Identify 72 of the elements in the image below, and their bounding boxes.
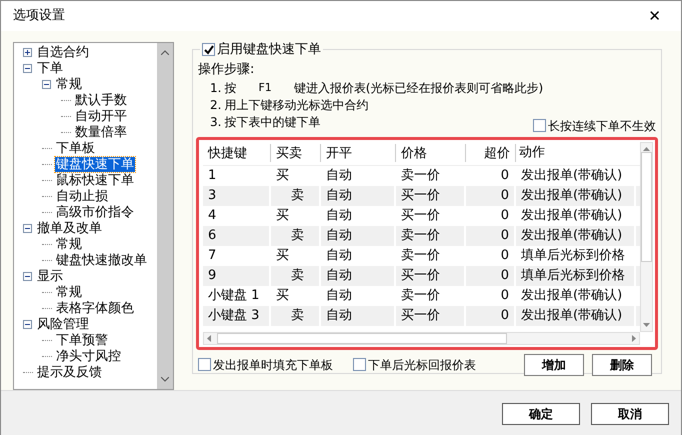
tree-item[interactable]: 常规: [55, 236, 83, 252]
table-cell: 自动: [321, 306, 396, 326]
scroll-down-icon[interactable]: [643, 322, 650, 326]
column-header[interactable]: 开平: [321, 144, 396, 162]
scrollbar-thumb[interactable]: [641, 152, 652, 262]
checkbox[interactable]: [533, 119, 546, 132]
vertical-scrollbar[interactable]: [640, 142, 653, 332]
checkbox[interactable]: [202, 43, 215, 56]
window-title: 选项设置: [13, 7, 65, 26]
column-header[interactable]: 动作: [516, 143, 636, 163]
steps-heading: 操作步骤:: [198, 61, 256, 79]
tree-item[interactable]: 鼠标快速下单: [55, 172, 135, 188]
table-cell: 卖: [271, 306, 321, 326]
tree-item[interactable]: 默认手数: [74, 92, 128, 108]
checkbox-label: 长按连续下单不生效: [548, 118, 656, 134]
checkbox-label: 启用键盘快速下单: [217, 41, 321, 59]
expander-icon[interactable]: [23, 48, 32, 56]
scroll-right-icon[interactable]: [632, 334, 636, 342]
checkbox-label: 发出报单时填充下单板: [213, 356, 333, 374]
tree-item[interactable]: 撤单及改单: [36, 220, 103, 236]
tree-item[interactable]: 高级市价指令: [55, 204, 135, 220]
horizontal-scrollbar[interactable]: [203, 332, 640, 344]
tree-item[interactable]: 风险管理: [36, 316, 90, 332]
scroll-up-icon[interactable]: [161, 50, 169, 55]
table-button[interactable]: 增加: [524, 354, 584, 376]
tree-item[interactable]: 下单: [36, 60, 64, 76]
checkbox[interactable]: [353, 358, 366, 371]
checkbox-label: 下单后光标回报价表: [368, 356, 476, 374]
table-cell: 0: [466, 306, 516, 326]
column-header[interactable]: 超价: [466, 144, 516, 162]
expander-icon[interactable]: [23, 224, 32, 232]
scroll-left-icon[interactable]: [207, 334, 211, 342]
tree-item[interactable]: 自动止损: [55, 188, 109, 204]
expander-icon[interactable]: [23, 272, 32, 280]
step-number: 3.: [210, 114, 222, 131]
tree-item[interactable]: 常规: [55, 284, 83, 300]
close-button[interactable]: ✕: [640, 4, 669, 28]
checkbox[interactable]: [198, 358, 211, 371]
tree-item[interactable]: 自选合约: [36, 44, 90, 60]
expander-icon[interactable]: [23, 320, 32, 328]
tree-item[interactable]: 显示: [36, 268, 64, 284]
expander-icon[interactable]: [23, 64, 32, 72]
dialog-button[interactable]: 确定: [502, 402, 580, 424]
step-text: 用上下键移动光标选中合约: [224, 97, 368, 114]
tree-item[interactable]: 提示及反馈: [36, 364, 103, 380]
tree-item[interactable]: 下单板: [55, 140, 96, 156]
table-button[interactable]: 删除: [592, 354, 652, 376]
column-header[interactable]: 买卖: [271, 144, 321, 162]
tree-item[interactable]: 数量倍率: [74, 124, 128, 140]
table-cell: 小键盘 3: [203, 306, 271, 326]
step-number: 2.: [210, 97, 222, 114]
tree-item[interactable]: 净头寸风控: [55, 348, 122, 364]
tree-item[interactable]: 常规: [55, 76, 83, 92]
column-header[interactable]: 快捷键: [203, 144, 271, 162]
scroll-down-icon[interactable]: [161, 377, 169, 382]
expander-icon[interactable]: [42, 80, 51, 88]
column-header[interactable]: 价格: [396, 144, 466, 162]
vertical-scrollbar[interactable]: [157, 43, 173, 389]
step-text: 按: [224, 80, 236, 97]
key-name: F1: [258, 80, 272, 96]
step-text: 按下表中的键下单: [224, 114, 320, 131]
step-number: 1.: [210, 80, 222, 97]
tree-item[interactable]: 表格字体颜色: [55, 300, 135, 316]
tree-item[interactable]: 自动开平: [74, 108, 128, 124]
table-cell: 买一价: [396, 306, 466, 326]
scrollbar-thumb[interactable]: [217, 332, 507, 344]
tree-item[interactable]: 键盘快速撤改单: [55, 252, 148, 268]
tree-item[interactable]: 键盘快速下单: [55, 156, 135, 172]
table-cell: 发出报单(带确认): [516, 306, 636, 326]
dialog-button[interactable]: 取消: [591, 402, 669, 424]
step-text: 键进入报价表(光标已经在报价表则可省略此步): [294, 80, 544, 97]
tree-item[interactable]: 下单预警: [55, 332, 109, 348]
